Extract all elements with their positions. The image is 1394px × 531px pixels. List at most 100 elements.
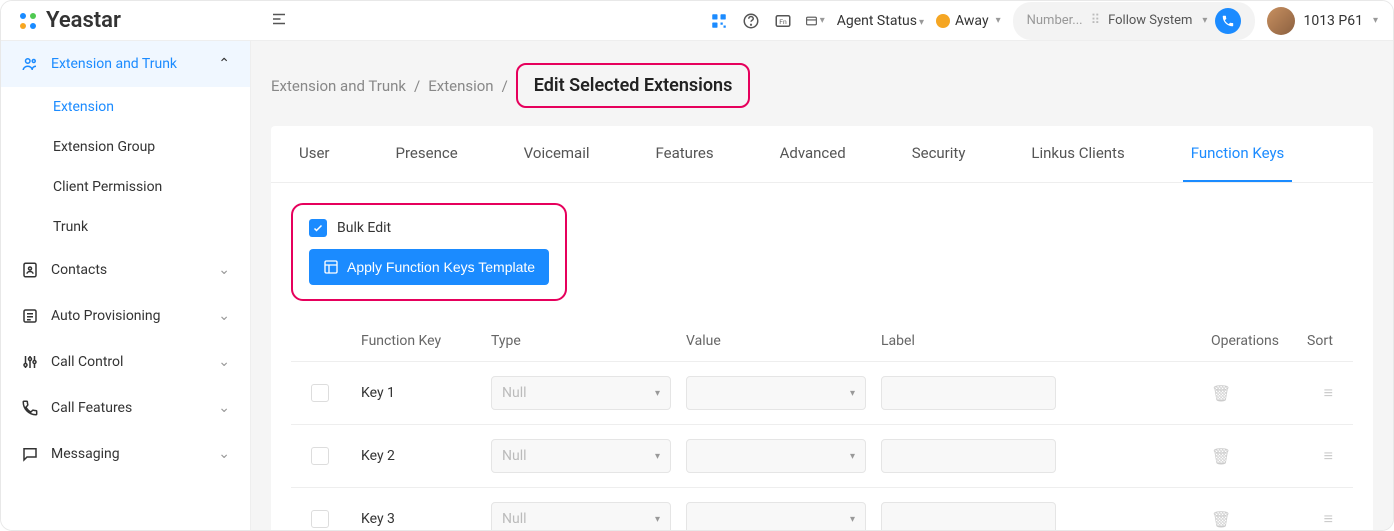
th-sort: Sort (1293, 333, 1353, 349)
type-select[interactable]: Null▾ (491, 439, 671, 473)
agent-status-label: Agent Status (837, 13, 917, 29)
cell-key-name: Key 2 (361, 448, 491, 464)
user-label: 1013 P61 (1303, 13, 1363, 29)
main-content: Extension and Trunk / Extension / Edit S… (251, 41, 1393, 530)
sidebar-item-contacts[interactable]: Contacts ⌄ (1, 247, 250, 293)
tab-security[interactable]: Security (904, 126, 974, 182)
chevron-down-icon: ⌄ (218, 400, 230, 416)
sidebar-label: Call Control (51, 354, 123, 370)
drag-handle-icon[interactable]: ≡ (1324, 509, 1333, 528)
logo-text: Yeastar (46, 8, 121, 33)
label-input[interactable] (881, 376, 1056, 410)
drag-handle-icon[interactable]: ≡ (1324, 446, 1333, 465)
chevron-down-icon: ▾ (655, 388, 660, 399)
provisioning-icon (21, 307, 39, 325)
bulk-edit-label: Bulk Edit (337, 220, 391, 236)
follow-system-label: Follow System (1108, 13, 1192, 28)
tab-function-keys[interactable]: Function Keys (1183, 126, 1293, 182)
apply-template-button[interactable]: Apply Function Keys Template (309, 249, 549, 285)
th-value: Value (686, 333, 881, 349)
tab-user[interactable]: User (291, 126, 338, 182)
sidebar-item-messaging[interactable]: Messaging ⌄ (1, 431, 250, 477)
th-label: Label (881, 333, 1081, 349)
tab-linkus[interactable]: Linkus Clients (1023, 126, 1132, 182)
avatar (1267, 7, 1295, 35)
tab-features[interactable]: Features (648, 126, 722, 182)
th-function-key: Function Key (361, 333, 491, 349)
th-operations: Operations (1081, 333, 1293, 349)
sidebar-label: Auto Provisioning (51, 308, 161, 324)
sidebar-item-auto-prov[interactable]: Auto Provisioning ⌄ (1, 293, 250, 339)
value-select[interactable]: ▾ (686, 502, 866, 530)
sidebar-label: Call Features (51, 400, 132, 416)
dialer-pill[interactable]: Number... ⠿ Follow System▾ (1013, 2, 1256, 40)
dialer-placeholder: Number... (1027, 13, 1083, 28)
row-checkbox[interactable] (311, 447, 329, 465)
table-row: Key 3 Null▾ ▾ 🗑 ≡ (291, 488, 1353, 530)
delete-icon[interactable]: 🗑 (1211, 510, 1231, 529)
row-checkbox[interactable] (311, 510, 329, 528)
card-icon[interactable]: ▾ (805, 11, 825, 31)
sidebar-sub-trunk[interactable]: Trunk (1, 207, 250, 247)
help-icon[interactable] (741, 11, 761, 31)
logo[interactable]: Yeastar (16, 8, 251, 33)
chevron-down-icon: ⌄ (218, 354, 230, 370)
topbar: Yeastar Fn ▾ Agent Status▾ (1, 1, 1393, 41)
cell-key-name: Key 1 (361, 385, 491, 401)
label-input[interactable] (881, 502, 1056, 530)
chevron-up-icon: ⌃ (218, 56, 230, 72)
chevron-down-icon: ⌄ (218, 308, 230, 324)
apply-template-label: Apply Function Keys Template (347, 259, 535, 275)
delete-icon[interactable]: 🗑 (1211, 384, 1231, 403)
sidebar-sub-client-perm[interactable]: Client Permission (1, 167, 250, 207)
user-group-icon (21, 55, 39, 73)
dialpad-icon[interactable]: ⠿ (1091, 13, 1101, 28)
messaging-icon (21, 445, 39, 463)
row-checkbox[interactable] (311, 384, 329, 402)
breadcrumb-link[interactable]: Extension and Trunk (271, 77, 406, 95)
cell-key-name: Key 3 (361, 511, 491, 527)
user-menu[interactable]: 1013 P61▾ (1267, 7, 1378, 35)
qr-icon[interactable] (709, 11, 729, 31)
sidebar-sub-extension[interactable]: Extension (1, 87, 250, 127)
bulk-edit-checkbox[interactable]: Bulk Edit (309, 219, 549, 237)
presence-away-icon (936, 14, 950, 28)
collapse-icon[interactable] (269, 9, 289, 29)
sidebar-label: Messaging (51, 446, 120, 462)
svg-text:Fn: Fn (779, 18, 787, 26)
table-row: Key 2 Null▾ ▾ 🗑 ≡ (291, 425, 1353, 488)
value-select[interactable]: ▾ (686, 439, 866, 473)
function-keys-table: Function Key Type Value Label Operations… (291, 321, 1353, 530)
value-select[interactable]: ▾ (686, 376, 866, 410)
sliders-icon (21, 353, 39, 371)
breadcrumb-link[interactable]: Extension (428, 77, 493, 95)
sidebar-sub-ext-group[interactable]: Extension Group (1, 127, 250, 167)
tab-presence[interactable]: Presence (388, 126, 466, 182)
bulk-edit-highlight: Bulk Edit Apply Function Keys Template (291, 203, 567, 301)
chevron-down-icon: ⌄ (218, 262, 230, 278)
sidebar-item-call-features[interactable]: Call Features ⌄ (1, 385, 250, 431)
sidebar-item-ext-trunk[interactable]: Extension and Trunk ⌃ (1, 41, 250, 87)
sidebar: Extension and Trunk ⌃ Extension Extensio… (1, 41, 251, 530)
chevron-down-icon: ▾ (655, 451, 660, 462)
drag-handle-icon[interactable]: ≡ (1324, 383, 1333, 402)
contacts-icon (21, 261, 39, 279)
template-icon (323, 259, 339, 275)
presence-dropdown[interactable]: Away▾ (936, 13, 1001, 29)
type-select[interactable]: Null▾ (491, 502, 671, 530)
chevron-down-icon: ▾ (655, 514, 660, 525)
agent-status-dropdown[interactable]: Agent Status▾ (837, 13, 924, 29)
tabs: User Presence Voicemail Features Advance… (271, 126, 1373, 183)
breadcrumb: Extension and Trunk / Extension / Edit S… (251, 41, 1393, 126)
type-select[interactable]: Null▾ (491, 376, 671, 410)
sidebar-item-call-control[interactable]: Call Control ⌄ (1, 339, 250, 385)
chevron-down-icon: ▾ (850, 451, 855, 462)
call-button[interactable] (1215, 8, 1241, 34)
tab-advanced[interactable]: Advanced (772, 126, 854, 182)
chevron-down-icon: ⌄ (218, 446, 230, 462)
label-input[interactable] (881, 439, 1056, 473)
fn-icon[interactable]: Fn (773, 11, 793, 31)
tab-voicemail[interactable]: Voicemail (516, 126, 598, 182)
delete-icon[interactable]: 🗑 (1211, 447, 1231, 466)
phone-icon (21, 399, 39, 417)
